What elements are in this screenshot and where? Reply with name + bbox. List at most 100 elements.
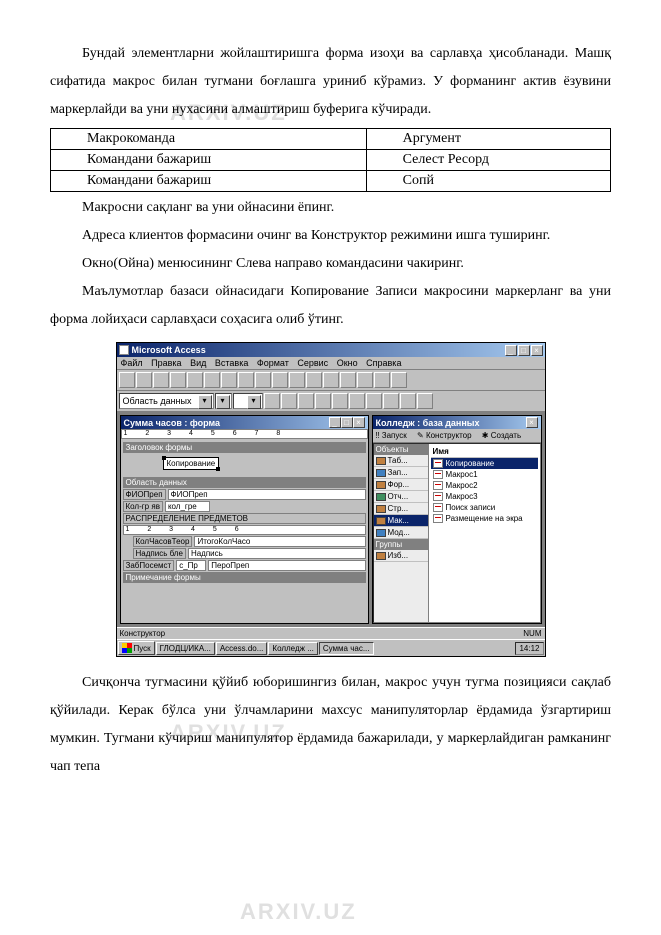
macro-table: Макрокоманда Аргумент Командани бажариш … (50, 128, 611, 192)
toolbar-button[interactable] (306, 372, 322, 388)
align-center-button[interactable] (332, 393, 348, 409)
system-tray[interactable]: 14:12 (515, 642, 543, 655)
minimize-button[interactable]: _ (505, 345, 517, 356)
object-modules[interactable]: Мод... (374, 527, 428, 539)
table-row: Командани бажариш Селест Ресорд (51, 150, 611, 171)
toolbar-button[interactable] (340, 372, 356, 388)
object-tables[interactable]: Таб... (374, 455, 428, 467)
toolbar-button[interactable] (323, 372, 339, 388)
field-input[interactable]: ФИОПреп (168, 489, 366, 500)
open-button[interactable]: ‼ Запуск (376, 431, 411, 440)
object-pages[interactable]: Стр... (374, 503, 428, 515)
font-color-button[interactable] (383, 393, 399, 409)
create-button[interactable]: ✱ Создать (482, 431, 525, 440)
taskbar[interactable]: Пуск ГЛОДЦ/ИКА... Access.do... Колледж .… (117, 639, 545, 656)
size-combo[interactable] (233, 393, 263, 409)
object-macros[interactable]: Мак... (374, 515, 428, 527)
menu-window[interactable]: Окно (337, 358, 358, 368)
field-label[interactable]: КолЧасовТеор (133, 536, 193, 547)
menu-insert[interactable]: Вставка (215, 358, 248, 368)
form-header-section[interactable]: Заголовок формы (123, 442, 366, 453)
form-detail-section[interactable]: Область данных (123, 477, 366, 488)
toolbar-button[interactable] (391, 372, 407, 388)
menu-tools[interactable]: Сервис (297, 358, 328, 368)
toolbar-button[interactable] (238, 372, 254, 388)
object-queries[interactable]: Зап... (374, 467, 428, 479)
field-input[interactable]: ИтогоКолЧасо (194, 536, 365, 547)
font-combo[interactable] (215, 393, 232, 409)
start-button[interactable]: Пуск (118, 641, 155, 655)
toolbar-button[interactable] (374, 372, 390, 388)
minimize-button[interactable]: _ (329, 417, 341, 428)
menu-view[interactable]: Вид (190, 358, 206, 368)
bold-button[interactable] (264, 393, 280, 409)
list-item[interactable]: Макрос1 (431, 469, 538, 480)
menubar[interactable]: Файл Правка Вид Вставка Формат Сервис Ок… (117, 357, 545, 370)
fill-color-button[interactable] (366, 393, 382, 409)
taskbar-item[interactable]: Access.do... (216, 642, 268, 655)
form-window-titlebar[interactable]: Сумма часов : форма _ □ × (121, 416, 368, 429)
close-button[interactable]: × (526, 417, 538, 428)
db-window-titlebar[interactable]: Колледж : база данных × (373, 416, 541, 429)
toolbar-button[interactable] (357, 372, 373, 388)
effect-button[interactable] (417, 393, 433, 409)
field-input[interactable]: Надпись (188, 548, 366, 559)
titlebar[interactable]: Microsoft Access _ □ × (117, 343, 545, 357)
mdi-workarea: Сумма часов : форма _ □ × 1 2 3 4 5 6 7 … (117, 412, 545, 627)
toolbar-button[interactable] (170, 372, 186, 388)
align-left-button[interactable] (315, 393, 331, 409)
status-num: NUM (523, 629, 541, 638)
object-reports[interactable]: Отч... (374, 491, 428, 503)
menu-format[interactable]: Формат (257, 358, 289, 368)
menu-help[interactable]: Справка (366, 358, 401, 368)
list-item[interactable]: Размещение на экра (431, 513, 538, 524)
maximize-button[interactable]: □ (518, 345, 530, 356)
align-right-button[interactable] (349, 393, 365, 409)
field-input[interactable]: кол_гре (165, 501, 210, 512)
form-footer-section[interactable]: Примечание формы (123, 572, 366, 583)
underline-button[interactable] (298, 393, 314, 409)
field-label[interactable]: Кол-гр яв (123, 501, 163, 512)
group-favorites[interactable]: Изб... (374, 550, 428, 562)
field-label[interactable]: ФИОПреп (123, 489, 166, 500)
field-label[interactable]: ЗабПосемст (123, 560, 175, 571)
taskbar-item[interactable]: Колледж ... (268, 642, 317, 655)
toolbar-button[interactable] (187, 372, 203, 388)
menu-edit[interactable]: Правка (151, 358, 181, 368)
taskbar-item[interactable]: Сумма час... (319, 642, 374, 655)
toolbar-button[interactable] (221, 372, 237, 388)
object-forms[interactable]: Фор... (374, 479, 428, 491)
database-window[interactable]: Колледж : база данных × ‼ Запуск ✎ Конст… (372, 415, 542, 624)
list-item[interactable]: Макрос3 (431, 491, 538, 502)
maximize-button[interactable]: □ (341, 417, 353, 428)
italic-button[interactable] (281, 393, 297, 409)
menu-file[interactable]: Файл (121, 358, 143, 368)
border-button[interactable] (400, 393, 416, 409)
macro-list[interactable]: Имя Копирование Макрос1 Макрос2 Макрос3 … (429, 444, 540, 622)
object-combo[interactable]: Область данных (119, 393, 214, 409)
toolbar-button[interactable] (204, 372, 220, 388)
list-item[interactable]: Поиск записи (431, 502, 538, 513)
toolbar-button[interactable] (255, 372, 271, 388)
access-window: Microsoft Access _ □ × Файл Правка Вид В… (116, 342, 546, 657)
toolbar-button[interactable] (272, 372, 288, 388)
field-input[interactable]: ПероПреп (208, 560, 365, 571)
close-button[interactable]: × (531, 345, 543, 356)
field-label[interactable]: Надпись бле (133, 548, 186, 559)
toolbar-button[interactable] (136, 372, 152, 388)
taskbar-item[interactable]: ГЛОДЦ/ИКА... (156, 642, 215, 655)
db-toolbar: ‼ Запуск ✎ Конструктор ✱ Создать (373, 429, 541, 443)
list-item[interactable]: Макрос2 (431, 480, 538, 491)
table-cell: Сопй (366, 171, 610, 192)
toolbar-button[interactable] (289, 372, 305, 388)
paragraph-3: Адреса клиентов формасини очинг ва Конст… (50, 222, 611, 250)
design-button[interactable]: ✎ Конструктор (417, 431, 476, 440)
copy-macro-button[interactable]: Копирование (163, 457, 220, 470)
toolbar-button[interactable] (119, 372, 135, 388)
field-input[interactable]: с_Пр (176, 560, 206, 571)
list-item[interactable]: Копирование (431, 458, 538, 469)
toolbar-button[interactable] (153, 372, 169, 388)
close-button[interactable]: × (353, 417, 365, 428)
form-design-window[interactable]: Сумма часов : форма _ □ × 1 2 3 4 5 6 7 … (120, 415, 369, 624)
field-label[interactable]: РАСПРЕДЕЛЕНИЕ ПРЕДМЕТОВ (123, 513, 366, 524)
